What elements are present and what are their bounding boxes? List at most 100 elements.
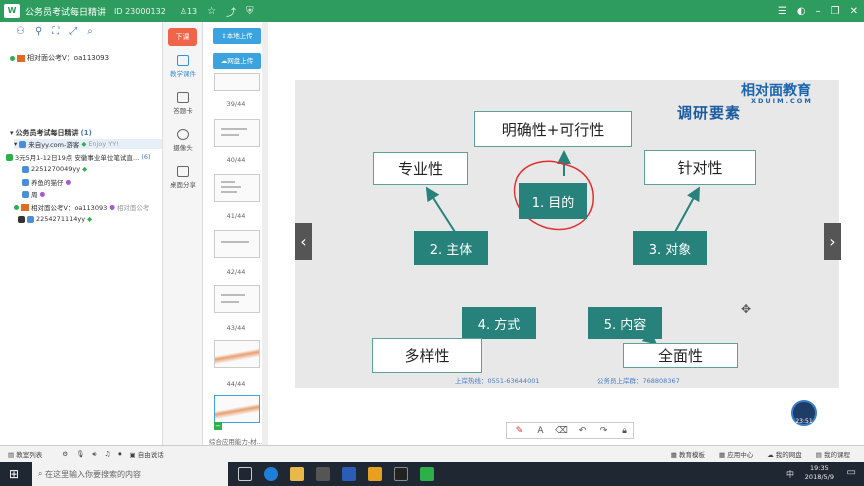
user-icon	[22, 178, 29, 186]
slide-thumbnail[interactable]	[214, 119, 260, 147]
window-title: 公务员考试每日精讲	[25, 7, 107, 18]
search-icon: ⌕	[38, 469, 43, 478]
task-view-icon[interactable]	[238, 467, 252, 481]
slide-thumbnail[interactable]	[214, 230, 260, 258]
class-list-button[interactable]: ▤ 教室列表	[8, 449, 42, 459]
prev-page-button[interactable]: ‹	[295, 223, 312, 260]
undo-icon[interactable]: ↶	[574, 426, 591, 436]
redo-icon[interactable]: ↷	[595, 426, 612, 436]
taskbar-search-input[interactable]: ⌕ 在这里输入你要搜索的内容	[32, 462, 228, 486]
list-item[interactable]: 周 ●	[22, 189, 45, 199]
edit-icon	[177, 92, 189, 103]
record-icon[interactable]: ⏺	[118, 450, 121, 459]
ime-indicator[interactable]: 中	[786, 469, 794, 480]
chevron-left-icon: ‹	[300, 232, 307, 251]
slide-thumbnail[interactable]	[214, 340, 260, 368]
chevron-down-icon: ▾	[14, 140, 18, 148]
timer-badge[interactable]: 23:51	[791, 400, 817, 426]
talk-icon: ▣	[129, 451, 136, 459]
online-icon	[10, 55, 15, 61]
list-item[interactable]: 2251270049yy ◆	[22, 165, 87, 173]
next-page-button[interactable]: ›	[824, 223, 841, 260]
expand-icon[interactable]: ⤢	[69, 26, 77, 37]
location-icon[interactable]: ⚲	[35, 26, 42, 37]
pen-icon[interactable]: ✎	[511, 426, 528, 436]
eraser-icon[interactable]: ⌫	[553, 426, 570, 436]
lock-icon[interactable]: 🔒︎	[616, 426, 633, 436]
minimize-icon[interactable]: –	[816, 6, 821, 17]
camera-icon	[177, 129, 189, 140]
courseware-button[interactable]: 教学课件	[163, 55, 203, 78]
page-label: 44/44	[226, 380, 246, 388]
star-icon[interactable]: ☆	[207, 6, 216, 17]
list-item[interactable]: 养鱼的猫仔 ●	[22, 177, 71, 187]
menu-icon[interactable]: ☰	[778, 6, 787, 17]
cloud-icon: ☁	[767, 451, 774, 459]
close-icon[interactable]: ✕	[850, 6, 858, 17]
slide: 相对面教育 XDUIM.COM 调研要素 明确性+可行性 专业性 针对性 1. …	[295, 80, 839, 388]
wechat-icon[interactable]	[420, 467, 434, 481]
answer-card-button[interactable]: 答题卡	[163, 92, 203, 115]
box-method: 4. 方式	[462, 307, 536, 339]
windows-start-icon[interactable]: ⊞	[9, 467, 19, 481]
notification-icon[interactable]: ▭	[847, 467, 856, 478]
share-icon[interactable]: ⤴	[226, 4, 236, 19]
folder-icon[interactable]	[290, 467, 304, 481]
mic-icon[interactable]: 🎙︎	[76, 450, 84, 458]
slide-area: 相对面教育 XDUIM.COM 调研要素 明确性+可行性 专业性 针对性 1. …	[268, 22, 864, 445]
taskbar-clock[interactable]: 19:35 2018/5/9	[805, 464, 834, 482]
list-item[interactable]: 3元5月1-12日19点 安徽事业单位笔试直… (6)	[6, 152, 151, 162]
camera-button[interactable]: 摄像头	[163, 129, 203, 152]
online-icon	[14, 204, 19, 210]
list-item[interactable]: ▾ 来自yy.com-游客 ◆ Enjoy YY!	[14, 139, 162, 149]
edge-icon[interactable]	[264, 467, 278, 481]
my-course-button[interactable]: ▤ 我的课程	[816, 449, 850, 459]
current-user-row[interactable]: 相对面公考V：oa113093	[10, 53, 109, 63]
box-right: 针对性	[644, 150, 756, 185]
slide-thumbnail[interactable]	[214, 285, 260, 313]
channel-panel: ⚇ ⚲ ⛶ ⤢ ⌕ 相对面公考V：oa113093 ▾ 公务员考试每日精讲 (1) …	[0, 22, 163, 445]
user-icon	[19, 140, 27, 148]
slide-thumbnail-current[interactable]	[214, 395, 260, 423]
left-toolbar: ⚇ ⚲ ⛶ ⤢ ⌕	[0, 22, 162, 40]
box-bottom-right: 全面性	[623, 343, 738, 368]
page-label: 43/44	[226, 324, 246, 332]
room-id: ID 23000132	[114, 6, 166, 16]
badge-icon: ●	[65, 178, 72, 186]
cloud-disk-button[interactable]: ☁ 我的网盘	[767, 449, 802, 459]
template-button[interactable]: ▦ 教育模板	[671, 449, 705, 459]
page-thumbnails: ⇪本地上传 ☁网盘上传 39/44 40/44 41/44 42/44 43/4…	[204, 22, 268, 446]
desktop-share-button[interactable]: 桌面分享	[163, 166, 203, 189]
skin-icon[interactable]: ◐	[797, 6, 806, 17]
word-icon[interactable]	[342, 467, 356, 481]
search-icon[interactable]: ⌕	[87, 26, 93, 37]
slide-thumbnail[interactable]	[214, 174, 260, 202]
slide-thumbnail[interactable]	[214, 73, 260, 91]
cloud-upload-button[interactable]: ☁网盘上传	[213, 53, 261, 69]
users-icon[interactable]: ⚇	[16, 26, 25, 37]
text-icon[interactable]: A	[532, 426, 549, 436]
fullscreen-icon[interactable]: ⛶	[52, 26, 59, 37]
taskbar: ⊞ ⌕ 在这里输入你要搜索的内容 中 19:35 2018/5/9 ▭	[0, 462, 864, 486]
store-icon[interactable]	[316, 467, 330, 481]
expand-arrow-icon: ▾	[10, 129, 14, 137]
restore-icon[interactable]: ❐	[831, 6, 840, 17]
music-icon[interactable]: ♫	[104, 450, 110, 458]
list-item[interactable]: 2254271114yy ◆	[18, 215, 92, 223]
gem-icon: ◆	[87, 215, 93, 223]
end-class-button[interactable]: 下课	[168, 28, 197, 46]
minus-icon[interactable]: −	[214, 422, 222, 430]
move-cursor-icon: ✥	[741, 302, 752, 316]
list-item[interactable]: 相对面公考V：oa113093 ● 相对面公考	[14, 202, 149, 212]
local-upload-button[interactable]: ⇪本地上传	[213, 28, 261, 44]
shield-icon[interactable]: ⛨	[246, 6, 254, 17]
yy-icon[interactable]	[368, 467, 382, 481]
free-talk-button[interactable]: ▣ 自由说话	[130, 449, 164, 459]
media-icon[interactable]	[394, 467, 408, 481]
channel-title[interactable]: ▾ 公务员考试每日精讲 (1)	[10, 128, 92, 138]
settings-icon[interactable]: ⚙	[62, 450, 68, 458]
speaker-icon[interactable]: 🔊︎	[92, 450, 96, 459]
title-bar: W 公务员考试每日精讲 ID 23000132 ♙13 ☆ ⤴ ⛨ ☰ ◐ – …	[0, 0, 864, 22]
app-logo: W	[4, 4, 20, 18]
app-center-button[interactable]: ▦ 应用中心	[719, 449, 753, 459]
